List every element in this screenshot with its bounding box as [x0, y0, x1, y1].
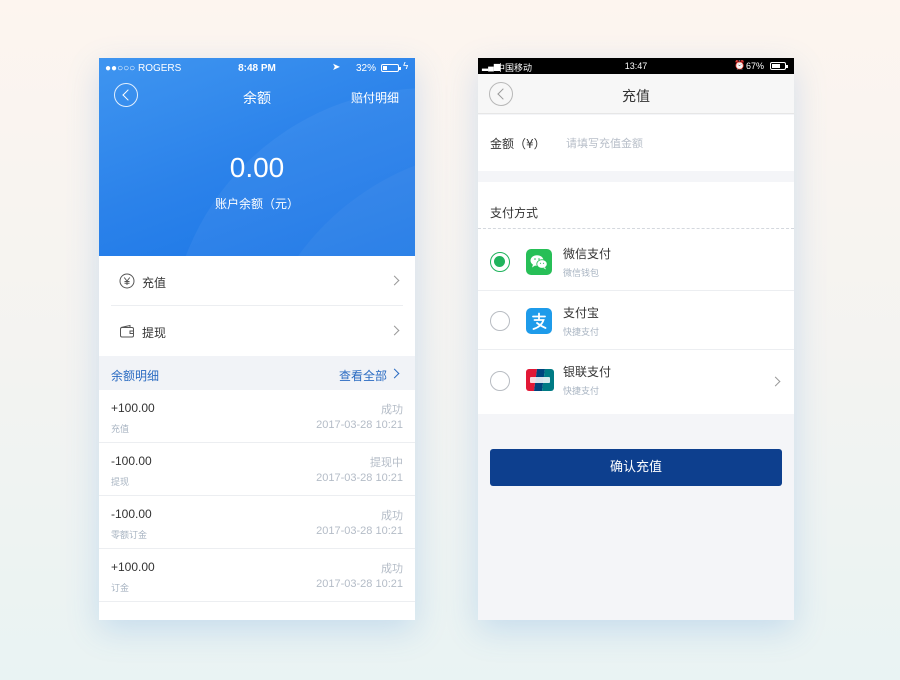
- balance-label: 账户余额（元）: [214, 197, 299, 211]
- alipay-icon: [526, 308, 552, 334]
- payment-option-wechat[interactable]: 微信支付 微信钱包: [478, 233, 794, 291]
- transaction-status: 成功: [381, 509, 403, 522]
- status-bar: ▂▄▆ 中国移动 13:47 ⏰ 67%: [478, 58, 794, 74]
- payment-name: 微信支付: [563, 247, 612, 261]
- transaction-amount: -100.00: [111, 507, 152, 521]
- wallet-icon: [119, 323, 135, 339]
- menu-item-label: 充值: [142, 276, 167, 290]
- payment-name: 银联支付: [563, 365, 612, 379]
- divider: [478, 349, 794, 350]
- amount-input[interactable]: [566, 129, 776, 157]
- battery-icon: [770, 62, 788, 70]
- radio-button[interactable]: [490, 371, 510, 391]
- transaction-amount: +100.00: [111, 401, 155, 415]
- transaction-status: 成功: [381, 562, 403, 575]
- transaction-row[interactable]: +100.00 订金 成功 2017-03-28 10:21: [99, 549, 415, 602]
- payment-sub: 快捷支付: [563, 328, 600, 338]
- transaction-row[interactable]: -100.00 零额订金 成功 2017-03-28 10:21: [99, 496, 415, 549]
- battery-icon: [381, 64, 401, 72]
- confirm-recharge-button[interactable]: 确认充值: [490, 449, 782, 486]
- chevron-right-icon: [389, 275, 400, 286]
- transaction-time: 2017-03-28 10:21: [316, 578, 403, 590]
- battery-percent: 67%: [746, 61, 765, 71]
- transaction-time: 2017-03-28 10:21: [316, 525, 403, 537]
- menu-item-recharge[interactable]: 充值: [99, 256, 415, 306]
- amount-field-row: 金额（¥）: [478, 115, 794, 171]
- transaction-status: 提现中: [370, 456, 403, 469]
- payment-method-title: 支付方式: [490, 206, 539, 220]
- transaction-amount: +100.00: [111, 560, 155, 574]
- unionpay-icon: [526, 369, 554, 391]
- chevron-right-icon: [770, 376, 781, 387]
- radio-button[interactable]: [490, 311, 510, 331]
- payment-option-unionpay[interactable]: 银联支付 快捷支付: [478, 351, 794, 409]
- charging-bolt-icon: ϟ: [403, 61, 409, 72]
- transaction-amount: -100.00: [111, 454, 152, 468]
- transaction-type: 零额订金: [111, 531, 148, 541]
- view-all-link[interactable]: 查看全部: [339, 367, 387, 384]
- status-bar: ●●○○○ ROGERS 8:48 PM ➤ 32% ϟ: [99, 58, 415, 78]
- balance-header: ●●○○○ ROGERS 8:48 PM ➤ 32% ϟ 余额 赔付明细 0.0…: [99, 58, 415, 256]
- balance-screen: ●●○○○ ROGERS 8:48 PM ➤ 32% ϟ 余额 赔付明细 0.0…: [99, 58, 415, 620]
- transaction-type: 订金: [111, 584, 130, 594]
- transaction-time: 2017-03-28 10:21: [316, 472, 403, 484]
- transaction-time: 2017-03-28 10:21: [316, 419, 403, 431]
- transaction-type: 充值: [111, 425, 130, 435]
- chevron-right-icon: [389, 325, 400, 336]
- payment-method-card: 支付方式 微信支付 微信钱包 支付宝 快捷支付 银联支付 快捷支付: [478, 182, 794, 414]
- dashed-divider: [478, 228, 794, 229]
- menu-item-withdraw[interactable]: 提现: [99, 306, 415, 356]
- transaction-status: 成功: [381, 403, 403, 416]
- payment-name: 支付宝: [563, 306, 600, 320]
- chevron-right-icon[interactable]: [389, 368, 400, 379]
- divider: [99, 601, 415, 602]
- nav-bar: 充值: [478, 74, 794, 114]
- transaction-row[interactable]: +100.00 充值 成功 2017-03-28 10:21: [99, 390, 415, 443]
- transaction-list: +100.00 充值 成功 2017-03-28 10:21 -100.00 提…: [99, 390, 415, 620]
- wechat-icon: [526, 249, 552, 275]
- page-title: 充值: [622, 89, 650, 105]
- payment-option-alipay[interactable]: 支付宝 快捷支付: [478, 292, 794, 350]
- balance-amount: 0.00: [229, 152, 285, 183]
- alarm-clock-icon: ⏰: [734, 60, 746, 70]
- divider: [478, 290, 794, 291]
- battery-percent: 32%: [356, 63, 377, 74]
- menu-item-label: 提现: [142, 326, 167, 340]
- amount-label: 金额（¥）: [490, 137, 546, 151]
- payment-sub: 微信钱包: [563, 269, 600, 279]
- balance-menu: 充值 提现: [99, 256, 415, 356]
- radio-button-selected[interactable]: [490, 252, 510, 272]
- transaction-type: 提现: [111, 478, 130, 488]
- location-arrow-icon: ➤: [332, 62, 341, 73]
- recharge-screen: ▂▄▆ 中国移动 13:47 ⏰ 67% 充值 金额（¥） 支付方式: [478, 58, 794, 620]
- yen-coin-icon: [119, 273, 135, 289]
- balance-detail-section-header: 余额明细 查看全部: [99, 356, 415, 390]
- payment-sub: 快捷支付: [563, 387, 600, 397]
- section-title: 余额明细: [111, 369, 160, 383]
- transaction-row[interactable]: -100.00 提现 提现中 2017-03-28 10:21: [99, 443, 415, 496]
- compensation-detail-link[interactable]: 赔付明细: [351, 89, 399, 106]
